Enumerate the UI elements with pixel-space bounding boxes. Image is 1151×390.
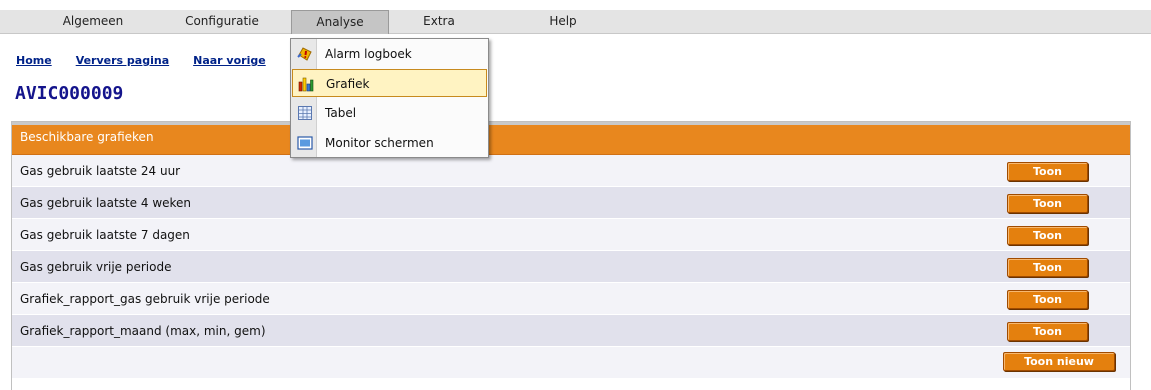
menu-item-alarm-logbook[interactable]: Alarm logboek bbox=[292, 40, 487, 68]
menu-extra[interactable]: Extra bbox=[414, 10, 464, 34]
chart-row: Gas gebruik laatste 24 uur Toon bbox=[12, 155, 1130, 187]
menu-analyse[interactable]: Analyse bbox=[291, 10, 389, 34]
alarm-icon bbox=[297, 46, 313, 62]
menu-item-label: Alarm logboek bbox=[325, 47, 412, 61]
menu-item-monitor-screens[interactable]: Monitor schermen bbox=[292, 129, 487, 157]
menu-configuratie[interactable]: Configuratie bbox=[174, 10, 270, 34]
show-chart-button[interactable]: Toon bbox=[1007, 290, 1088, 309]
menu-item-chart[interactable]: Grafiek bbox=[292, 69, 487, 97]
menu-item-table[interactable]: Tabel bbox=[292, 99, 487, 127]
analyse-dropdown-menu: Alarm logboek Grafiek Tabel Monitor sche… bbox=[290, 38, 489, 158]
panel-header: Beschikbare grafieken bbox=[12, 122, 1130, 155]
page: Algemeen Configuratie Analyse Extra Help… bbox=[0, 0, 1151, 390]
nav-links: Home Ververs pagina Naar vorige bbox=[16, 49, 290, 67]
menu-item-label: Monitor schermen bbox=[325, 136, 434, 150]
chart-row-label: Gas gebruik vrije periode bbox=[20, 260, 172, 274]
menu-item-label: Tabel bbox=[325, 106, 357, 120]
show-chart-button[interactable]: Toon bbox=[1007, 258, 1088, 277]
refresh-page-link[interactable]: Ververs pagina bbox=[76, 54, 169, 67]
table-icon bbox=[297, 105, 313, 121]
panel-top-border bbox=[12, 122, 1130, 125]
home-link[interactable]: Home bbox=[16, 54, 52, 67]
chart-row: Gas gebruik laatste 4 weken Toon bbox=[12, 187, 1130, 219]
show-chart-button[interactable]: Toon bbox=[1007, 322, 1088, 341]
chart-row: Grafiek_rapport_gas gebruik vrije period… bbox=[12, 283, 1130, 315]
chart-row-label: Gas gebruik laatste 7 dagen bbox=[20, 228, 190, 242]
chart-row-label: Grafiek_rapport_gas gebruik vrije period… bbox=[20, 292, 270, 306]
chart-row: Gas gebruik vrije periode Toon bbox=[12, 251, 1130, 283]
chart-row-label: Gas gebruik laatste 24 uur bbox=[20, 164, 181, 178]
menu-algemeen[interactable]: Algemeen bbox=[56, 10, 130, 34]
show-chart-button[interactable]: Toon bbox=[1007, 194, 1088, 213]
menu-item-label: Grafiek bbox=[326, 77, 370, 91]
show-chart-button[interactable]: Toon bbox=[1007, 226, 1088, 245]
page-title: AVIC000009 bbox=[15, 83, 124, 104]
chart-icon bbox=[298, 76, 314, 92]
charts-panel: Beschikbare grafieken Gas gebruik laatst… bbox=[11, 121, 1131, 390]
menu-help[interactable]: Help bbox=[542, 10, 584, 34]
chart-row: Gas gebruik laatste 7 dagen Toon bbox=[12, 219, 1130, 251]
panel-footer-row: Toon nieuw bbox=[12, 347, 1130, 379]
chart-row-label: Gas gebruik laatste 4 weken bbox=[20, 196, 192, 210]
menubar: Algemeen Configuratie Analyse Extra Help bbox=[0, 10, 1151, 34]
previous-page-link[interactable]: Naar vorige bbox=[193, 54, 266, 67]
show-chart-button[interactable]: Toon bbox=[1007, 162, 1088, 181]
show-new-button[interactable]: Toon nieuw bbox=[1003, 352, 1115, 371]
chart-row-label: Grafiek_rapport_maand (max, min, gem) bbox=[20, 324, 266, 338]
monitor-icon bbox=[297, 135, 313, 151]
chart-row: Grafiek_rapport_maand (max, min, gem) To… bbox=[12, 315, 1130, 347]
